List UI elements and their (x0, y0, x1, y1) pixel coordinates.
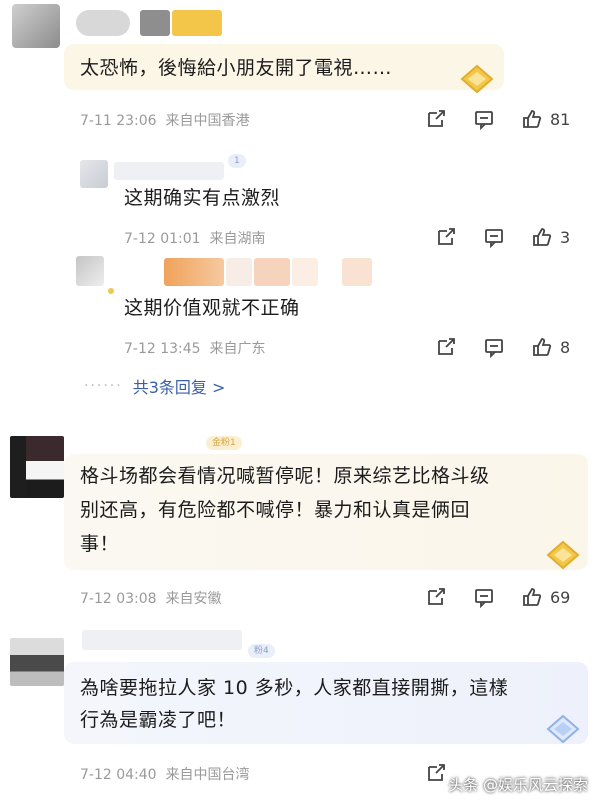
comment-4: 金粉1 格斗场都会看情况喊暂停呢！原来综艺比格斗级 别还高，有危险都不喊停！暴力… (0, 430, 600, 615)
username-blurred (342, 258, 372, 286)
view-replies-label: 共3条回复 > (132, 378, 226, 397)
avatar[interactable] (10, 638, 64, 686)
dots-divider: ······ (84, 378, 123, 394)
comment-timestamp: 7-12 01:01 来自湖南 (124, 231, 266, 247)
comment-text: 太恐怖，後悔給小朋友開了電視…… (80, 57, 393, 79)
avatar[interactable] (12, 4, 60, 48)
like-icon[interactable] (520, 108, 544, 130)
share-icon[interactable] (424, 762, 448, 784)
username-blurred (164, 258, 224, 286)
username-blurred (254, 258, 290, 286)
comment-text-line-2: 别还高，有危险都不喊停！暴力和认真是俩回 (80, 499, 471, 521)
comment-timestamp: 7-12 04:40 来自中国台湾 (80, 767, 250, 783)
username-blurred (114, 162, 224, 180)
fan-badge: 金粉1 (206, 436, 242, 450)
diamond-badge-icon (546, 540, 580, 574)
view-replies-link[interactable]: ······ 共3条回复 > (84, 374, 225, 398)
comment-actions (424, 761, 448, 785)
share-icon[interactable] (434, 336, 458, 358)
comment-actions: 3 (434, 225, 570, 249)
like-icon[interactable] (530, 226, 554, 248)
comment-icon[interactable] (482, 336, 506, 358)
watermark: 头条 @娱乐风云探索 (448, 776, 588, 794)
comment-text: 这期确实有点激烈 (124, 187, 281, 209)
like-count: 81 (550, 109, 571, 129)
comment-timestamp: 7-12 13:45 来自广东 (124, 341, 266, 357)
reply-2: 这期价值观就不正确 7-12 13:45 来自广东 8 (0, 256, 600, 366)
share-icon[interactable] (424, 586, 448, 608)
comment-actions: 69 (424, 585, 570, 609)
username-blurred (292, 258, 318, 286)
comment-text-line-3: 事！ (80, 533, 120, 555)
like-icon[interactable] (530, 336, 554, 358)
username-blurred (226, 258, 252, 286)
comment-actions: 8 (434, 335, 570, 359)
avatar[interactable] (10, 436, 64, 498)
share-icon[interactable] (424, 108, 448, 130)
comment-actions: 81 (424, 107, 570, 131)
username-blurred (82, 630, 242, 650)
fan-badge: 粉4 (248, 644, 275, 658)
like-icon[interactable] (520, 586, 544, 608)
like-count: 69 (550, 587, 571, 607)
avatar[interactable] (80, 160, 108, 188)
username-blurred[interactable] (76, 10, 130, 36)
comment-timestamp: 7-11 23:06 来自中国香港 (80, 113, 250, 129)
diamond-badge-icon (546, 714, 580, 748)
username-blurred (140, 10, 170, 36)
comment-icon[interactable] (472, 586, 496, 608)
comment-timestamp: 7-12 03:08 来自安徽 (80, 591, 222, 607)
comment-text: 这期价值观就不正确 (124, 297, 300, 319)
comment-text-line-1: 為啥要拖拉人家 10 多秒，人家都直接開撕，這樣 (80, 677, 509, 699)
share-icon[interactable] (434, 226, 458, 248)
comment-icon[interactable] (472, 108, 496, 130)
diamond-badge-icon (460, 64, 494, 98)
avatar[interactable] (76, 256, 104, 286)
comment-text-line-2: 行為是霸凌了吧！ (80, 709, 237, 731)
comment-1: 太恐怖，後悔給小朋友開了電視…… 7-11 23:06 来自中国香港 81 (0, 0, 600, 140)
fan-badge: 1 (228, 154, 246, 168)
comment-text-line-1: 格斗场都会看情况喊暂停呢！原来综艺比格斗级 (80, 465, 490, 487)
dot-icon (108, 288, 114, 294)
comment-icon[interactable] (482, 226, 506, 248)
like-count: 8 (560, 337, 571, 357)
username-blurred (172, 10, 222, 36)
like-count: 3 (560, 227, 571, 247)
reply-1: 1 这期确实有点激烈 7-12 01:01 来自湖南 3 (0, 150, 600, 256)
